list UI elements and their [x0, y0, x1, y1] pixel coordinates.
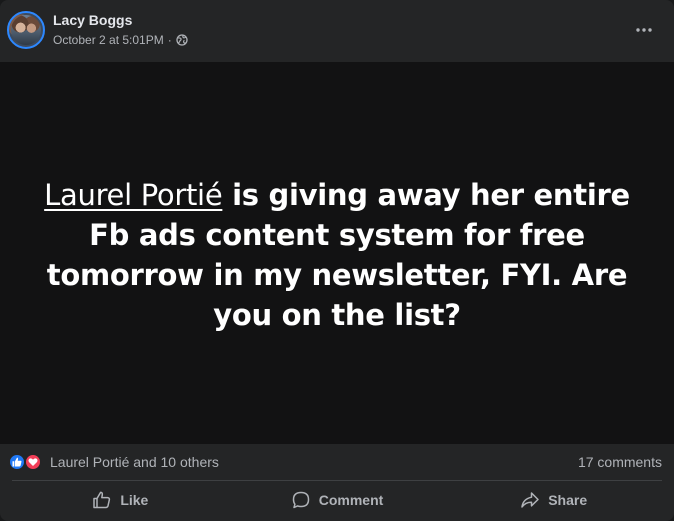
avatar-image	[11, 15, 41, 45]
like-label: Like	[120, 492, 149, 508]
thumbs-up-icon	[93, 491, 111, 509]
like-icon	[8, 453, 26, 471]
share-icon	[521, 492, 539, 508]
author-name[interactable]: Lacy Boggs	[53, 12, 132, 28]
post-timestamp[interactable]: October 2 at 5:01PM	[53, 33, 164, 47]
share-button[interactable]: Share	[445, 481, 662, 519]
share-label: Share	[548, 492, 588, 508]
post-meta: October 2 at 5:01PM ·	[53, 33, 188, 47]
comment-icon	[292, 491, 309, 509]
post-card: Lacy Boggs October 2 at 5:01PM · Laurel …	[0, 0, 674, 521]
post-header: Lacy Boggs October 2 at 5:01PM ·	[0, 0, 674, 62]
more-horizontal-icon[interactable]	[626, 12, 662, 48]
comments-count[interactable]: 17 comments	[578, 454, 662, 470]
reaction-names[interactable]: Laurel Portié and 10 others	[50, 454, 219, 470]
reaction-icons[interactable]	[8, 453, 42, 471]
like-button[interactable]: Like	[12, 481, 229, 519]
meta-separator: ·	[167, 33, 172, 47]
post-media[interactable]: Laurel Portié is giving away her entire …	[0, 62, 674, 444]
mention-link[interactable]: Laurel Portié	[44, 178, 223, 212]
love-icon	[24, 453, 42, 471]
comment-label: Comment	[318, 492, 384, 508]
comment-button[interactable]: Comment	[229, 481, 446, 519]
post-media-text: Laurel Portié is giving away her entire …	[37, 175, 637, 335]
reactions-bar: Laurel Portié and 10 others 17 comments	[0, 444, 674, 480]
avatar[interactable]	[7, 11, 45, 49]
globe-icon[interactable]	[176, 34, 188, 46]
post-actions: Like Comment Share	[12, 481, 662, 519]
